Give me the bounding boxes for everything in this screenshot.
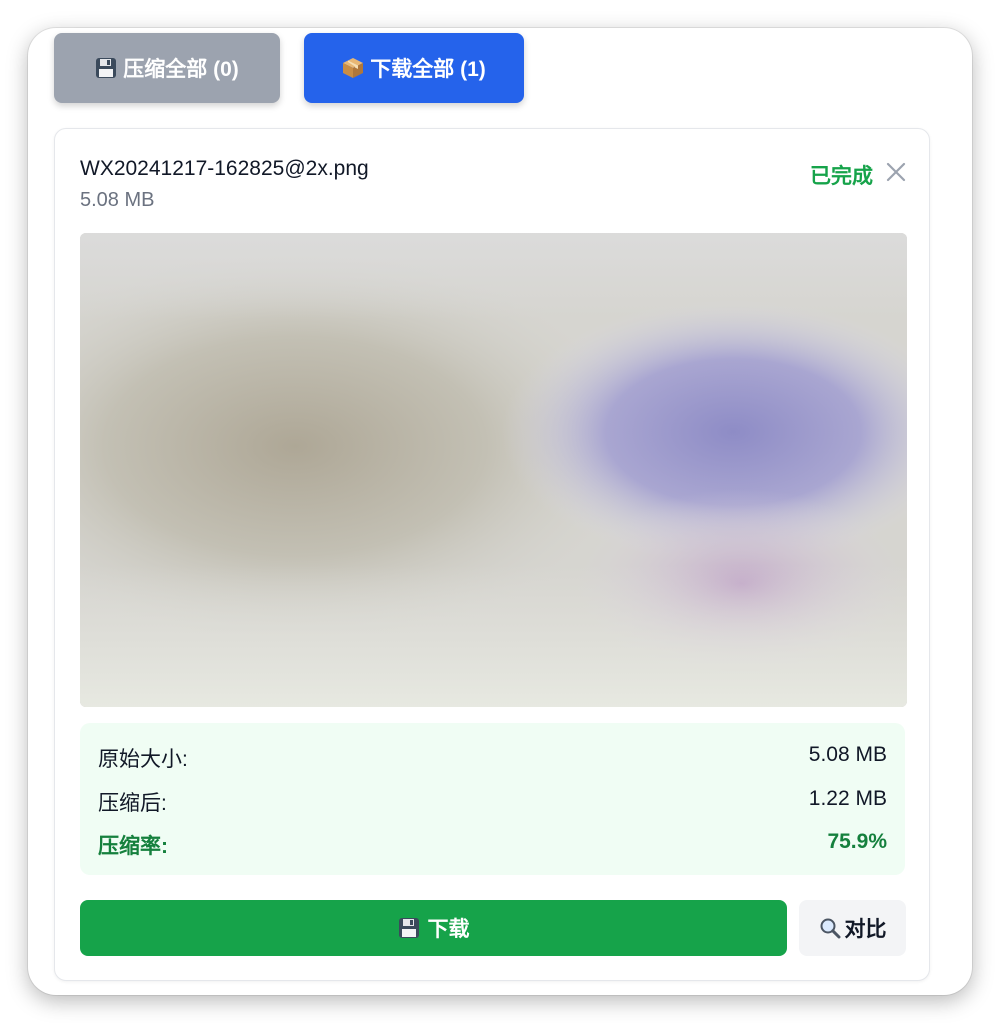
stat-value: 5.08 MB [808, 743, 887, 766]
file-card: WX20241217-162825@2x.png 5.08 MB 已完成 原始大… [54, 128, 930, 981]
compare-label: 对比 [844, 918, 887, 941]
package-icon [342, 57, 364, 79]
stat-compression-ratio: 压缩率: 75.9% [98, 830, 887, 860]
stat-label: 压缩率: [98, 835, 168, 858]
stat-value: 75.9% [827, 830, 887, 853]
floppy-disk-icon [398, 917, 420, 939]
file-name: WX20241217-162825@2x.png [80, 157, 369, 180]
compression-stats: 原始大小: 5.08 MB 压缩后: 1.22 MB 压缩率: 75.9% [80, 723, 905, 875]
compress-all-label: 压缩全部 (0) [123, 58, 239, 81]
stat-original-size: 原始大小: 5.08 MB [98, 743, 887, 773]
app-window: 压缩全部 (0) 下载全部 (1) WX20241217-162825@2x.p… [28, 28, 972, 995]
close-icon[interactable] [885, 161, 907, 183]
floppy-disk-icon [95, 57, 117, 79]
stat-label: 原始大小: [98, 748, 188, 771]
download-all-label: 下载全部 (1) [370, 58, 486, 81]
compare-button[interactable]: 对比 [799, 900, 906, 956]
stat-label: 压缩后: [98, 792, 167, 815]
status-badge: 已完成 [810, 165, 873, 188]
stat-value: 1.22 MB [808, 787, 887, 810]
compress-all-button[interactable]: 压缩全部 (0) [54, 33, 280, 103]
magnifier-icon [819, 917, 841, 939]
download-button[interactable]: 下载 [80, 900, 787, 956]
download-all-button[interactable]: 下载全部 (1) [304, 33, 524, 103]
image-preview [80, 233, 907, 707]
stat-compressed-size: 压缩后: 1.22 MB [98, 787, 887, 817]
download-label: 下载 [427, 918, 470, 941]
file-size: 5.08 MB [80, 189, 155, 211]
